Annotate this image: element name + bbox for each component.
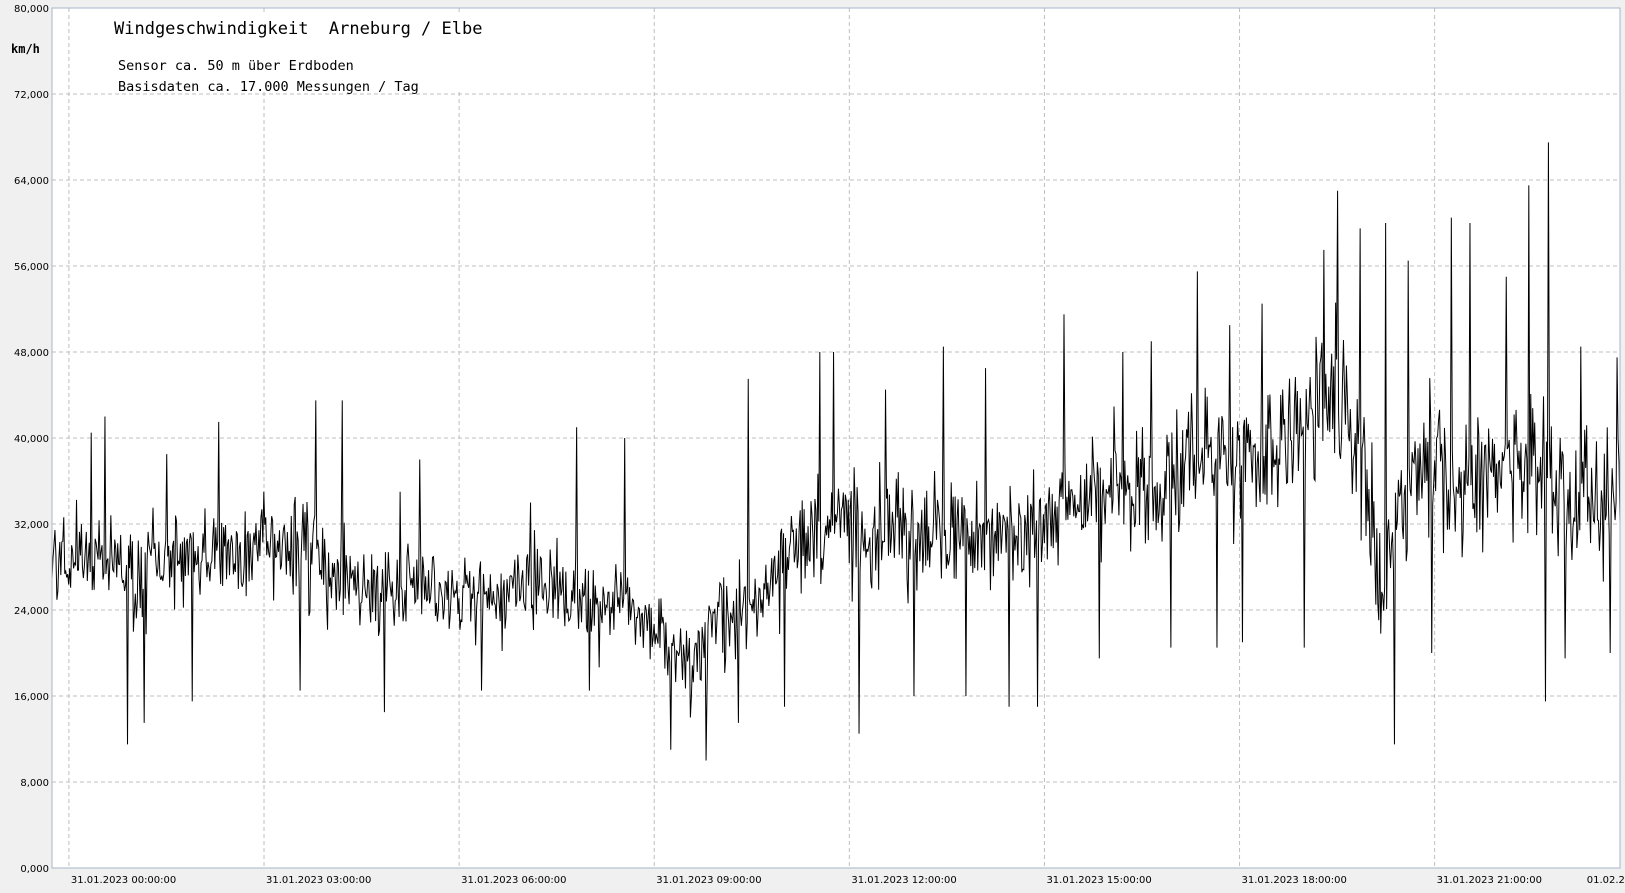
y-tick-label: 72,000 [14,90,49,101]
y-tick-label: 24,000 [14,606,49,617]
x-tick-label: 01.02.2023 00:00:00 [1587,875,1625,886]
y-tick-label: 48,000 [14,348,49,359]
y-tick-label: 8,000 [20,778,49,789]
y-axis: 0,000 8,000 16,000 24,000 32,000 40,000 48,000… [14,4,49,875]
y-tick-label: 64,000 [14,176,49,187]
x-tick-label: 31.01.2023 09:00:00 [656,875,761,886]
chart-window: 0,000 8,000 16,000 24,000 32,000 40,000 48,000… [0,0,1625,893]
y-tick-label: 0,000 [20,864,49,875]
x-tick-label: 31.01.2023 15:00:00 [1046,875,1151,886]
x-tick-label: 31.01.2023 00:00:00 [71,875,176,886]
y-tick-label: 16,000 [14,692,49,703]
y-tick-label: 40,000 [14,434,49,445]
x-axis: 31.01.2023 00:00:00 31.01.2023 03:00:00 31… [71,875,1625,886]
x-tick-label: 31.01.2023 03:00:00 [266,875,371,886]
chart-subtitle-2: Basisdaten ca. 17.000 Messungen / Tag [118,79,419,95]
y-tick-label: 80,000 [14,4,49,15]
x-tick-label: 31.01.2023 06:00:00 [461,875,566,886]
chart-title: Windgeschwindigkeit Arneburg / Elbe [114,19,482,39]
chart-subtitle-1: Sensor ca. 50 m über Erdboden [118,58,354,74]
y-tick-label: 56,000 [14,262,49,273]
wind-speed-chart: 0,000 8,000 16,000 24,000 32,000 40,000 48,000… [11,4,1625,886]
y-axis-unit-label: km/h [11,42,40,56]
y-tick-label: 32,000 [14,520,49,531]
x-tick-label: 31.01.2023 12:00:00 [851,875,956,886]
x-tick-label: 31.01.2023 21:00:00 [1437,875,1542,886]
x-tick-label: 31.01.2023 18:00:00 [1242,875,1347,886]
